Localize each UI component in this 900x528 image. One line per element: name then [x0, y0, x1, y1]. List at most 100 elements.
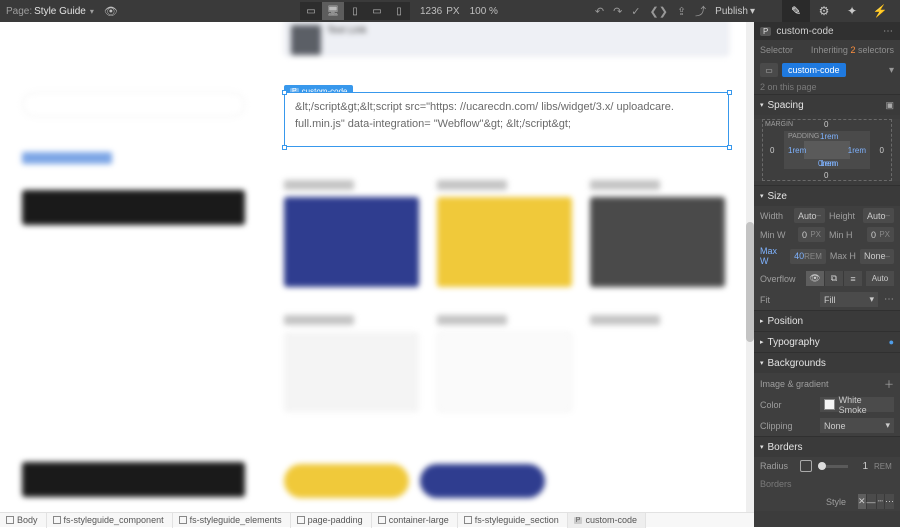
class-dropdown-icon[interactable]: ▾: [889, 65, 894, 76]
breadcrumb-item[interactable]: fs-styleguide_component: [47, 513, 173, 528]
selection-handle[interactable]: [282, 90, 287, 95]
border-solid-icon[interactable]: —: [866, 494, 876, 509]
redo-icon[interactable]: ↷: [613, 5, 622, 18]
selection-handle[interactable]: [282, 145, 287, 150]
section-size-header[interactable]: ▾ Size: [754, 186, 900, 206]
overflow-visible-icon[interactable]: 👁: [806, 271, 824, 286]
section-borders-header[interactable]: ▾Borders: [754, 437, 900, 457]
class-pill[interactable]: custom-code: [782, 63, 846, 77]
border-dotted-icon[interactable]: ⋯: [884, 494, 894, 509]
top-right-controls: ↶ ↷ ✓ ❮❯ ⇪ ⤴ Publish ▾: [595, 0, 755, 22]
top-toolbar: Page: Style Guide ▾ 👁 ▭ 🖥 ▯ ▭ ▯ 1236 PX …: [0, 0, 900, 22]
bg-clip-field[interactable]: None▾: [820, 418, 894, 433]
margin-left[interactable]: 0: [770, 146, 774, 155]
section-header: [22, 462, 245, 497]
breakpoint-mobile-l-icon[interactable]: ▭: [366, 2, 388, 20]
radius-slider[interactable]: [818, 465, 848, 468]
border-dashed-icon[interactable]: ┄: [876, 494, 884, 509]
breadcrumb-label: page-padding: [308, 515, 363, 525]
minh-field[interactable]: 0PX: [867, 227, 894, 242]
preview-icon[interactable]: 👁: [104, 5, 118, 18]
page-name[interactable]: Style Guide: [34, 6, 86, 17]
canvas-scrollbar[interactable]: [746, 22, 754, 512]
page-dropdown-icon[interactable]: ▾: [90, 7, 94, 16]
maxh-field[interactable]: None–: [860, 249, 894, 264]
element-menu-icon[interactable]: ⋯: [883, 26, 894, 37]
text-link-label: Text Link: [327, 25, 366, 36]
share-icon[interactable]: ⤴: [695, 3, 706, 19]
breakpoint-tablet-icon[interactable]: ▯: [344, 2, 366, 20]
right-panel-tabs: ✎ ⚙ ✦ ⚡: [782, 0, 894, 22]
radius-unit[interactable]: REM: [874, 462, 894, 471]
code-icon[interactable]: ❮❯: [650, 5, 668, 18]
canvas-size[interactable]: 1236 PX 100 %: [420, 0, 498, 22]
margin-top[interactable]: 0: [824, 120, 828, 129]
canvas-scrollbar-thumb[interactable]: [746, 222, 754, 342]
section-position-header[interactable]: ▸Position: [754, 311, 900, 331]
minw-field[interactable]: 0PX: [798, 227, 825, 242]
breakpoint-desktop-icon[interactable]: 🖥: [322, 2, 344, 20]
fit-field[interactable]: Fill▾: [820, 292, 878, 307]
height-field[interactable]: Auto–: [863, 208, 894, 223]
breadcrumb-item[interactable]: container-large: [372, 513, 458, 528]
style-panel-header: P custom-code ⋯: [754, 22, 900, 40]
settings-tab-icon[interactable]: ⚙: [810, 0, 838, 22]
inheriting-suffix: selectors: [858, 45, 894, 55]
section-backgrounds-header[interactable]: ▾Backgrounds: [754, 353, 900, 373]
selection-handle[interactable]: [727, 90, 732, 95]
add-background-icon[interactable]: ＋: [884, 376, 894, 391]
breakpoint-xl-icon[interactable]: ▭: [300, 2, 322, 20]
breadcrumb-item[interactable]: fs-styleguide_section: [458, 513, 568, 528]
element-icon: [378, 516, 386, 524]
section-spacing-header[interactable]: ▾ Spacing ▣: [754, 95, 900, 115]
chevron-down-icon: ▾: [760, 192, 764, 200]
breadcrumb-item[interactable]: Body: [0, 513, 47, 528]
margin-bottom[interactable]: 0: [824, 171, 828, 180]
style-tab-icon[interactable]: ✎: [782, 0, 810, 22]
export-icon[interactable]: ⇪: [677, 5, 686, 18]
inheriting-info[interactable]: Inheriting 2 selectors: [811, 45, 894, 55]
fit-more-icon[interactable]: ⋯: [884, 294, 894, 305]
breadcrumb-label: fs-styleguide_section: [475, 515, 559, 525]
padding-top[interactable]: 1rem: [820, 132, 838, 141]
undo-icon[interactable]: ↶: [595, 5, 604, 18]
canvas[interactable]: Text Link custom-code &lt;/script&gt;&lt…: [0, 22, 754, 512]
overflow-auto-button[interactable]: Auto: [866, 271, 894, 286]
publish-button[interactable]: Publish ▾: [715, 6, 755, 17]
box-model[interactable]: MARGIN PADDING 0 0 0 0 1rem 1rem 1rem 1r…: [762, 119, 892, 181]
overflow-label: Overflow: [760, 274, 802, 284]
spacing-mode-icon[interactable]: ▣: [885, 100, 894, 111]
padding-left[interactable]: 1rem: [788, 146, 806, 155]
selector-type-icon[interactable]: ▭: [760, 63, 778, 77]
margin-right[interactable]: 0: [880, 146, 884, 155]
padding-right[interactable]: 1rem: [848, 146, 866, 155]
width-field[interactable]: Auto–: [794, 208, 825, 223]
breadcrumb-label: fs-styleguide_elements: [190, 515, 282, 525]
breadcrumb-item[interactable]: fs-styleguide_elements: [173, 513, 291, 528]
maxw-field[interactable]: 40REM: [790, 249, 826, 264]
breadcrumb-item-active[interactable]: Pcustom-code: [568, 513, 646, 528]
chevron-down-icon: ▾: [760, 101, 764, 109]
on-page-count[interactable]: 2 on this page: [754, 80, 900, 94]
section-typography-header[interactable]: ▸Typography●: [754, 332, 900, 352]
overflow-scroll-icon[interactable]: ≡: [843, 271, 862, 286]
pill-element: [22, 92, 245, 117]
bg-color-field[interactable]: White Smoke: [820, 397, 894, 412]
button-sample: [284, 464, 409, 498]
custom-code-element[interactable]: &lt;/script&gt;&lt;script src="https: //…: [284, 92, 729, 147]
overflow-hidden-icon[interactable]: ⧉: [824, 271, 843, 286]
selection-handle[interactable]: [727, 145, 732, 150]
check-icon[interactable]: ✓: [631, 5, 640, 18]
interactions-tab-icon[interactable]: ✦: [838, 0, 866, 22]
box-center: 0rem: [818, 159, 836, 168]
minw-value: 0: [802, 230, 807, 240]
minh-unit: PX: [879, 230, 890, 239]
effects-tab-icon[interactable]: ⚡: [866, 0, 894, 22]
element-type-badge: P: [760, 27, 771, 36]
breakpoint-mobile-icon[interactable]: ▯: [388, 2, 410, 20]
radius-value[interactable]: 1: [854, 461, 868, 472]
height-label: Height: [829, 211, 859, 221]
radius-mode-icon[interactable]: [800, 460, 812, 472]
breadcrumb-item[interactable]: page-padding: [291, 513, 372, 528]
border-none-icon[interactable]: ✕: [858, 494, 866, 509]
